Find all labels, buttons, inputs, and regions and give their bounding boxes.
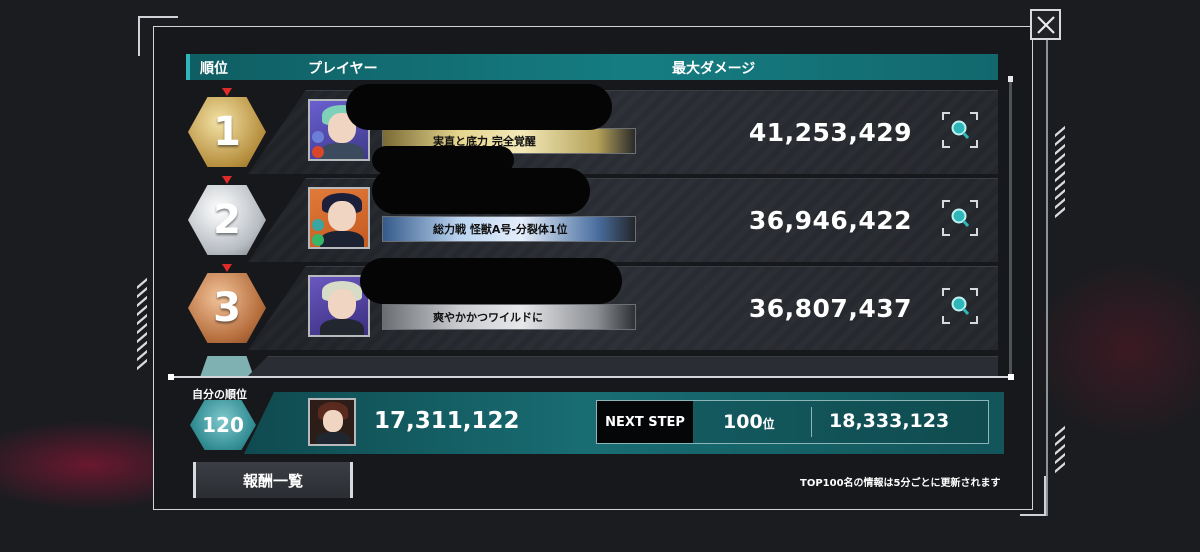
max-damage: 36,807,437 bbox=[748, 294, 912, 323]
next-step-score: 18,333,123 bbox=[829, 410, 950, 432]
rank-number: 3 bbox=[213, 285, 241, 331]
close-button[interactable] bbox=[1030, 9, 1061, 40]
reward-list-button[interactable]: 報酬一覧 bbox=[193, 462, 353, 498]
rank-medal-silver: 2 bbox=[188, 185, 266, 255]
magnifier-icon bbox=[951, 120, 970, 140]
player-detail-button[interactable] bbox=[942, 200, 978, 236]
player-title: 爽やかかつワイルドに bbox=[433, 311, 543, 324]
max-damage: 36,946,422 bbox=[748, 206, 912, 235]
magnifier-icon bbox=[951, 296, 970, 316]
ranking-row-partial[interactable] bbox=[248, 356, 998, 376]
section-divider bbox=[168, 374, 1014, 380]
frame-stripes bbox=[1055, 125, 1065, 220]
next-step-label: NEXT STEP bbox=[597, 401, 693, 443]
my-rank-label: 自分の順位 bbox=[192, 388, 247, 401]
redacted-name bbox=[346, 84, 612, 130]
table-header: 順位 プレイヤー 最大ダメージ bbox=[186, 54, 998, 80]
my-avatar[interactable] bbox=[308, 398, 356, 446]
frame-stripes bbox=[137, 277, 147, 372]
rank-tick-icon bbox=[222, 88, 232, 96]
rank-number: 1 bbox=[213, 109, 241, 155]
player-avatar[interactable] bbox=[308, 187, 370, 249]
frame-stripes bbox=[1055, 425, 1065, 475]
player-title-plate: 総力戦 怪獣A号-分裂体1位 bbox=[382, 216, 636, 242]
divider bbox=[811, 407, 812, 437]
frame-edge bbox=[1046, 40, 1048, 516]
player-detail-button[interactable] bbox=[942, 112, 978, 148]
rank-column-header: 順位 bbox=[200, 61, 228, 77]
rank-tick-icon bbox=[222, 176, 232, 184]
ranking-row[interactable]: 2 総力戦 怪獣A号-分裂体1位 36,946,422 bbox=[186, 176, 998, 262]
close-icon bbox=[1036, 15, 1055, 34]
ranking-scrollbar[interactable] bbox=[1008, 76, 1013, 376]
player-title-plate: 爽やかかつワイルドに bbox=[382, 304, 636, 330]
my-max-damage: 17,311,122 bbox=[374, 408, 520, 434]
damage-column-header: 最大ダメージ bbox=[672, 61, 756, 77]
player-column-header: プレイヤー bbox=[308, 61, 378, 77]
max-damage: 41,253,429 bbox=[748, 118, 912, 147]
background-glow bbox=[1030, 260, 1200, 440]
next-step-rank-value: 100 bbox=[723, 411, 763, 433]
next-step-rank: 100位 bbox=[723, 411, 775, 433]
update-note: TOP100名の情報は5分ごとに更新されます bbox=[800, 478, 1001, 489]
player-title: 総力戦 怪獣A号-分裂体1位 bbox=[433, 223, 568, 236]
magnifier-icon bbox=[951, 208, 970, 228]
rank-tick-icon bbox=[222, 264, 232, 272]
next-step-rank-unit: 位 bbox=[762, 417, 775, 431]
rank-number: 2 bbox=[213, 197, 241, 243]
my-rank-number: 120 bbox=[202, 413, 244, 437]
player-detail-button[interactable] bbox=[942, 288, 978, 324]
next-step-panel: NEXT STEP 100位 18,333,123 bbox=[596, 400, 989, 444]
rank-medal-gold: 1 bbox=[188, 97, 266, 167]
redacted-name bbox=[372, 168, 590, 214]
redacted-name bbox=[360, 258, 622, 304]
rank-medal-bronze: 3 bbox=[188, 273, 266, 343]
